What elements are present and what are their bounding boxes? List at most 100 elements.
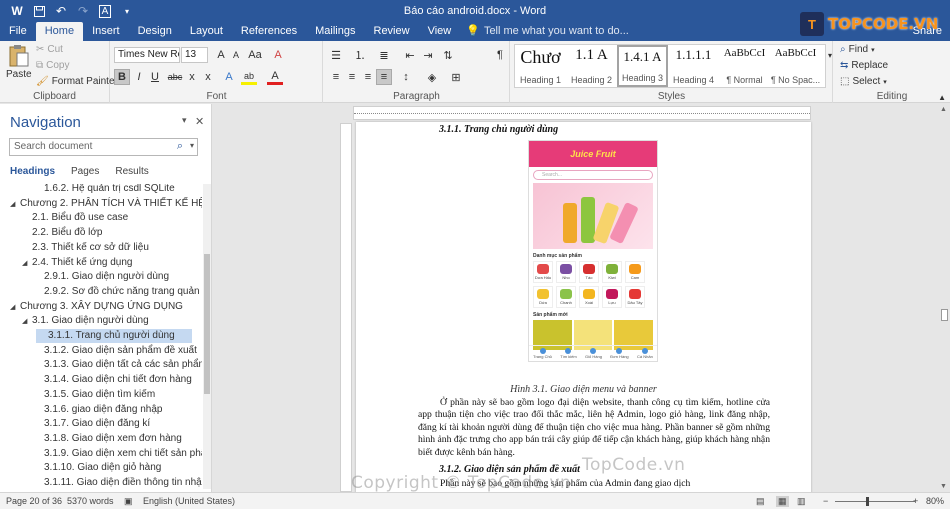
document-page[interactable]: 3.1.1. Trang chủ người dùng Juice Fruit … [356, 122, 811, 492]
format-painter-button[interactable]: 🖌 Format Painter [36, 76, 118, 87]
cut-button[interactable]: ✂ Cut [36, 44, 63, 55]
nav-heading-item[interactable]: 3.1.7. Giao diện đăng kí [0, 417, 150, 431]
nav-heading-item[interactable]: ◢ 3.1. Giao diện người dùng [0, 314, 149, 328]
tab-headings[interactable]: Headings [10, 166, 55, 177]
document-scroll-thumb[interactable] [941, 309, 948, 321]
bold-button[interactable]: B [114, 69, 130, 85]
italic-button[interactable]: I [131, 69, 147, 85]
font-size-combo[interactable]: 13 [181, 47, 208, 63]
highlight-button[interactable]: ab [241, 69, 257, 85]
word-count[interactable]: 5370 words [67, 496, 114, 506]
web-layout-icon[interactable]: ▥ [797, 496, 806, 507]
decrease-indent-icon[interactable]: ⇤ [402, 47, 418, 63]
nav-heading-item[interactable]: ◢ Chương 3. XÂY DỰNG ỨNG DỤNG [0, 300, 183, 314]
change-case-button[interactable]: Aa [247, 47, 263, 63]
scroll-up-icon[interactable]: ▲ [940, 106, 947, 113]
tab-results[interactable]: Results [115, 166, 148, 177]
paste-button[interactable]: Paste [6, 44, 32, 80]
zoom-out-icon[interactable]: − [823, 496, 828, 506]
style-no-spacing[interactable]: AaBbCcI ¶ No Spac... [770, 45, 821, 87]
tab-layout[interactable]: Layout [181, 22, 232, 41]
superscript-button[interactable]: x [200, 69, 216, 85]
nav-heading-item[interactable]: 2.1. Biểu đồ use case [0, 211, 128, 225]
nav-heading-item[interactable]: 3.1.9. Giao diện xem chi tiết sản phẩm [0, 447, 202, 461]
touch-mode-icon[interactable]: A [94, 1, 116, 21]
tab-home[interactable]: Home [35, 22, 84, 41]
nav-options-icon[interactable]: ▾ [182, 115, 187, 126]
tab-file[interactable]: File [0, 22, 36, 41]
tab-mailings[interactable]: Mailings [306, 22, 364, 41]
underline-button[interactable]: U [147, 69, 163, 85]
nav-heading-item[interactable]: 3.1.6. giao diện đăng nhập [0, 403, 162, 417]
select-button[interactable]: ⬚ Select ▾ [840, 76, 887, 87]
shrink-font-button[interactable]: A [228, 47, 244, 63]
align-left-icon[interactable]: ≡ [328, 69, 344, 85]
show-marks-button[interactable]: ¶ [492, 47, 508, 63]
bullets-icon[interactable]: ☰ [328, 47, 344, 63]
search-icon[interactable]: ⌕ [177, 140, 183, 153]
tab-review[interactable]: Review [365, 22, 419, 41]
nav-heading-item[interactable]: 3.1.1. Trang chủ người dùng [36, 329, 192, 343]
font-color-button[interactable]: A [267, 69, 283, 85]
nav-heading-item[interactable]: 3.1.4. Giao diện chi tiết đơn hàng [0, 373, 192, 387]
replace-button[interactable]: ⇆ Replace [840, 60, 888, 71]
style-normal[interactable]: AaBbCcI ¶ Normal [719, 45, 770, 87]
sort-icon[interactable]: ⇅ [440, 47, 456, 63]
text-effects-button[interactable]: A [221, 69, 237, 85]
nav-heading-item[interactable]: 2.3. Thiết kế cơ sở dữ liệu [0, 241, 149, 255]
line-spacing-icon[interactable]: ↕ [398, 69, 414, 85]
language[interactable]: English (United States) [143, 496, 235, 506]
borders-icon[interactable]: ⊞ [448, 69, 464, 85]
nav-heading-item[interactable]: 3.1.2. Giao diện sản phẩm đề xuất [0, 344, 197, 358]
tab-view[interactable]: View [419, 22, 461, 41]
scroll-down-icon[interactable]: ▼ [940, 483, 947, 490]
collapse-triangle-icon[interactable]: ◢ [22, 315, 32, 329]
undo-icon[interactable]: ↶ [50, 1, 72, 21]
search-options-icon[interactable]: ▾ [190, 141, 194, 150]
nav-heading-item[interactable]: 3.1.5. Giao diện tìm kiếm [0, 388, 155, 402]
proofing-icon[interactable]: ▣ [124, 496, 133, 507]
justify-icon[interactable]: ≡ [376, 69, 392, 85]
redo-icon[interactable]: ↷ [72, 1, 94, 21]
style-heading-2[interactable]: 1.1 A Heading 2 [566, 45, 617, 87]
tell-me-box[interactable]: 💡 Tell me what you want to do... [466, 22, 629, 41]
tab-pages[interactable]: Pages [71, 166, 99, 177]
customize-qa-icon[interactable]: ▾ [116, 1, 138, 21]
save-icon[interactable] [28, 1, 50, 21]
zoom-slider[interactable] [835, 501, 915, 502]
nav-heading-item[interactable]: 2.9.1. Giao diện người dùng [0, 270, 169, 284]
nav-heading-item[interactable]: 2.9.2. Sơ đồ chức năng trang quản trị [0, 285, 202, 299]
read-mode-icon[interactable]: ▤ [756, 496, 765, 507]
nav-heading-item[interactable]: ◢ 2.4. Thiết kế ứng dụng [0, 256, 132, 270]
nav-heading-item[interactable]: 3.1.10. Giao diện giỏ hàng [0, 461, 161, 475]
nav-scroll-thumb[interactable] [204, 254, 210, 394]
multilevel-list-icon[interactable]: ≣ [376, 47, 392, 63]
subscript-button[interactable]: x [184, 69, 200, 85]
nav-heading-item[interactable]: 1.6.2. Hệ quản trị csdl SQLite [0, 184, 175, 196]
nav-close-icon[interactable]: ✕ [195, 115, 204, 128]
shading-icon[interactable]: ◈ [424, 69, 440, 85]
document-scrollbar[interactable]: ▲ ▼ [939, 104, 950, 492]
zoom-in-icon[interactable]: + [913, 496, 918, 506]
horizontal-ruler[interactable] [353, 106, 811, 120]
zoom-slider-knob[interactable] [866, 497, 869, 506]
numbering-icon[interactable]: ⒈ [352, 47, 368, 63]
style-heading-3[interactable]: 1.4.1 A Heading 3 [617, 45, 668, 87]
nav-heading-item[interactable]: 3.1.8. Giao diện xem đơn hàng [0, 432, 182, 446]
tab-references[interactable]: References [232, 22, 306, 41]
strikethrough-button[interactable]: abc [167, 69, 183, 85]
zoom-level[interactable]: 80% [926, 496, 944, 506]
page-count[interactable]: Page 20 of 36 [6, 496, 62, 506]
tab-insert[interactable]: Insert [83, 22, 129, 41]
font-name-combo[interactable]: Times New Ro [114, 47, 180, 63]
collapse-triangle-icon[interactable]: ◢ [10, 301, 20, 315]
collapse-ribbon-icon[interactable]: ▲ [938, 93, 946, 102]
collapse-triangle-icon[interactable]: ◢ [22, 257, 32, 271]
style-heading-1[interactable]: Chươ Heading 1 [515, 45, 566, 87]
nav-search-input[interactable]: Search document ⌕ ▾ [9, 138, 198, 156]
style-heading-4[interactable]: 1.1.1.1 Heading 4 [668, 45, 719, 87]
nav-heading-item[interactable]: ◢Chương 2. PHÂN TÍCH VÀ THIẾT KẾ HỆ TH..… [0, 197, 202, 211]
tab-design[interactable]: Design [129, 22, 181, 41]
increase-indent-icon[interactable]: ⇥ [420, 47, 436, 63]
clear-format-button[interactable]: A [270, 47, 286, 63]
